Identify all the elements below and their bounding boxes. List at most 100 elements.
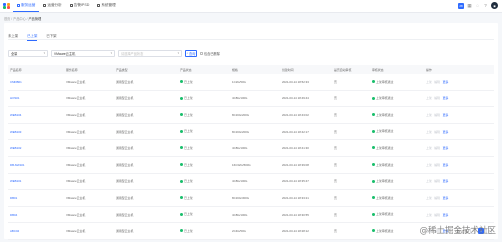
audit-badge: 上架审核通过 — [372, 212, 393, 216]
column-header[interactable]: 产品状态 — [178, 65, 230, 74]
list-action[interactable]: 上架 — [426, 80, 432, 84]
spec-cell: 1C2G/50G — [230, 74, 280, 91]
nav-item-ops-analysis[interactable]: 运营分析 — [39, 0, 65, 11]
list-action[interactable]: 上架 — [426, 196, 432, 200]
column-header[interactable]: 产品名称 — [8, 65, 64, 74]
more-action[interactable]: 更多 — [443, 80, 449, 84]
edit-action[interactable]: 编辑 — [434, 146, 440, 150]
product-status-cell: 已上架 — [178, 139, 230, 157]
help-icon[interactable]: ? — [483, 3, 488, 8]
table-row[interactable]: WEB102 VMware云主机 通用型云主机 已上架 4C8G/100G 2021-03… — [8, 139, 494, 157]
table-row[interactable]: DB01 VMware云主机 通用型云主机 已上架 8C16G/300G 2021-03-… — [8, 189, 494, 207]
list-action[interactable]: 上架 — [426, 96, 432, 100]
more-action[interactable]: 更多 — [443, 163, 449, 167]
status-dot-icon — [372, 212, 375, 216]
list-action[interactable]: 上架 — [426, 213, 432, 217]
avatar[interactable]: ◉ — [491, 2, 498, 9]
created-time-cell: 2021-03-14 18:52:33 — [280, 74, 332, 91]
table-row[interactable]: CMDB01 VMware云主机 通用型云主机 已上架 1C2G/50G 2021-03-… — [8, 74, 494, 91]
column-header[interactable]: 服务名称 — [64, 65, 114, 74]
more-action[interactable]: 更多 — [443, 113, 449, 117]
list-action[interactable]: 上架 — [426, 163, 432, 167]
auto-review-cell: 否 — [332, 123, 370, 141]
badge-count: 28 — [459, 3, 463, 8]
nav-item-system[interactable]: 系统管理 — [93, 0, 119, 11]
list-action[interactable]: 上架 — [426, 179, 432, 183]
list-action[interactable]: 上架 — [426, 146, 432, 150]
breadcrumb-product-center[interactable]: 产品中心 — [13, 17, 26, 21]
status-badge: 已上架 — [180, 129, 193, 133]
audit-badge: 上架审核通过 — [372, 80, 393, 84]
breadcrumb-home[interactable]: 首页 — [4, 17, 10, 21]
table-row[interactable]: WEB101 VMware云主机 通用型云主机 已上架 4C8G/100G 2021-03… — [8, 173, 494, 191]
app-logo — [3, 3, 10, 9]
status-text: 已上架 — [184, 79, 193, 84]
column-header[interactable]: 产品类型 — [114, 65, 178, 74]
service-select[interactable]: VMware云主机 ▾ — [51, 49, 115, 57]
product-name-link[interactable]: DB04 — [8, 206, 64, 224]
product-type-cell: 通用型云主机 — [114, 139, 178, 157]
edit-action[interactable]: 编辑 — [434, 179, 440, 183]
product-name-link[interactable]: WEB104 — [8, 106, 64, 124]
created-time-cell: 2021-03-14 18:28:12 — [280, 222, 332, 240]
table-row[interactable]: WEB103 VMware云主机 通用型云主机 已上架 8C16G/200G 2021-0… — [8, 123, 494, 141]
more-action[interactable]: 更多 — [443, 196, 449, 200]
edit-action[interactable]: 编辑 — [434, 196, 440, 200]
column-header[interactable]: 是否自动审核 — [332, 65, 370, 74]
more-action[interactable]: 更多 — [443, 130, 449, 134]
product-name-link[interactable]: WEB103 — [8, 123, 64, 141]
product-name-link[interactable]: DB-MAS01 — [8, 156, 64, 174]
search-button-label: 查询 — [189, 51, 196, 56]
row-actions: 上架 编辑 更多 — [426, 146, 448, 150]
scope-select[interactable]: 全量 ▾ — [8, 49, 48, 57]
product-name-link[interactable]: WEB101 — [8, 173, 64, 191]
edit-action[interactable]: 编辑 — [434, 163, 440, 167]
product-type-cell: 通用型云主机 — [114, 189, 178, 207]
more-action[interactable]: 更多 — [443, 213, 449, 217]
column-header[interactable]: 规格 — [230, 65, 280, 74]
product-name-link[interactable]: CMDB01 — [8, 74, 64, 91]
main-nav: 服务运营 运营分析 告警IPSD 系统管理 — [13, 0, 120, 12]
spec-cell: 4C8G/100G — [230, 206, 280, 224]
status-dot-icon — [180, 229, 183, 233]
status-dot-icon — [372, 179, 375, 183]
top-navigation-bar: 服务运营 运营分析 告警IPSD 系统管理 28 ▦ ◌ ? ◉ — [0, 0, 502, 13]
auto-review-cell: 否 — [332, 74, 370, 91]
include-deleted-checkbox[interactable]: 包含已删除 — [200, 51, 220, 56]
table-row[interactable]: HOS01 VMware云主机 通用型云主机 已上架 4C8G/100G 2021-03-… — [8, 90, 494, 108]
table-row[interactable]: DB04 VMware云主机 通用型云主机 已上架 4C8G/100G 2021-03-1… — [8, 206, 494, 224]
table-row[interactable]: WEB104 VMware云主机 通用型云主机 已上架 8C16G/200G 2021-0… — [8, 106, 494, 124]
nav-item-alerts[interactable]: 告警IPSD — [66, 0, 94, 11]
edit-action[interactable]: 编辑 — [434, 213, 440, 217]
column-header[interactable]: 创建时间 — [280, 65, 332, 74]
edit-action[interactable]: 编辑 — [434, 80, 440, 84]
search-button[interactable]: ⌕ 查询 — [185, 49, 197, 57]
bell-icon[interactable]: ◌ — [475, 3, 480, 8]
edit-action[interactable]: 编辑 — [434, 96, 440, 100]
product-type-cell: 通用型云主机 — [114, 123, 178, 141]
table-row[interactable]: DB-MAS01 VMware云主机 通用型云主机 已上架 16C32G/500G 202… — [8, 156, 494, 174]
product-name-link[interactable]: WEB102 — [8, 139, 64, 157]
status-dot-icon — [372, 229, 375, 233]
product-name-link[interactable]: ABC04 — [8, 222, 64, 240]
column-header[interactable]: 审核状态 — [370, 65, 424, 74]
product-name-link[interactable]: HOS01 — [8, 90, 64, 108]
more-action[interactable]: 更多 — [443, 179, 449, 183]
notification-badge[interactable]: 28 — [458, 2, 464, 9]
edit-action[interactable]: 编辑 — [434, 113, 440, 117]
audit-status-cell: 上架审核通过 — [370, 206, 424, 224]
audit-text: 上架审核通过 — [376, 162, 394, 167]
edit-action[interactable]: 编辑 — [434, 130, 440, 134]
more-action[interactable]: 更多 — [443, 146, 449, 150]
product-type-cell: 通用型云主机 — [114, 222, 178, 240]
more-action[interactable]: 更多 — [443, 96, 449, 100]
nav-item-service-ops[interactable]: 服务运营 — [13, 0, 40, 12]
created-time-cell: 2021-03-14 18:42:17 — [280, 123, 332, 141]
grid-icon[interactable]: ▦ — [467, 3, 472, 8]
product-name-link[interactable]: DB01 — [8, 189, 64, 207]
audit-status-cell: 上架审核通过 — [370, 222, 424, 240]
list-action[interactable]: 上架 — [426, 130, 432, 134]
list-action[interactable]: 上架 — [426, 113, 432, 117]
status-select[interactable]: 请选择产品状态 ▾ — [118, 49, 182, 57]
checkbox-box[interactable] — [200, 51, 203, 55]
